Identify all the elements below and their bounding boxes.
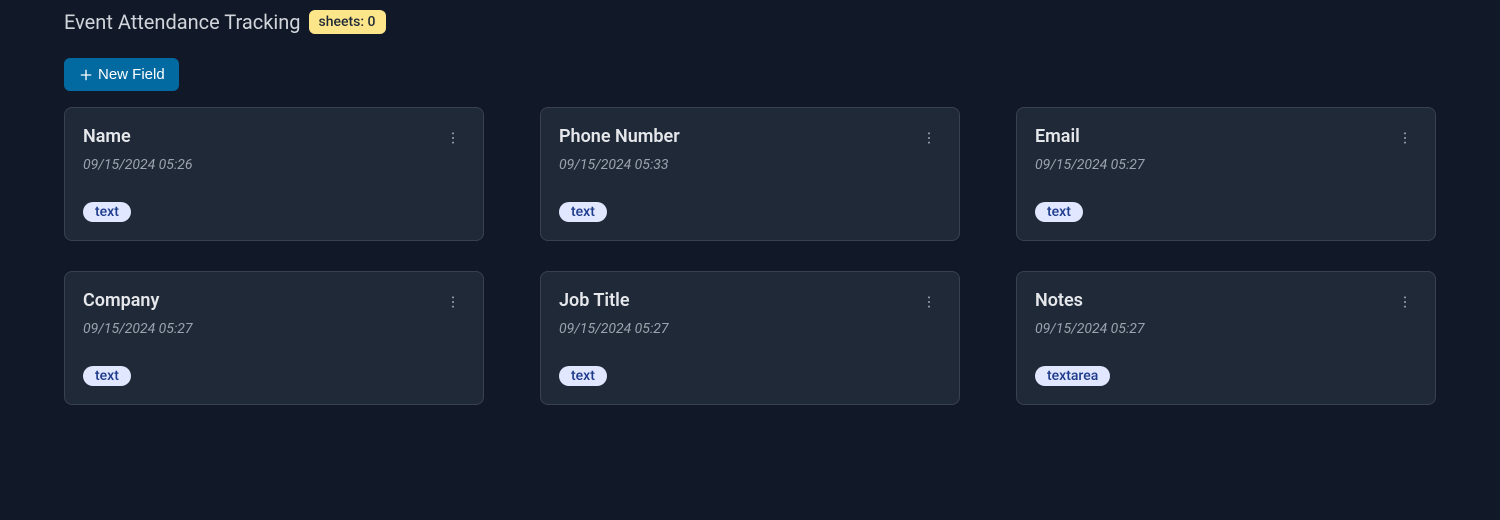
- field-title: Job Title: [559, 290, 669, 311]
- field-type-badge: text: [1035, 202, 1083, 222]
- card-menu-button[interactable]: [917, 126, 941, 150]
- page-header: Event Attendance Tracking sheets: 0: [64, 10, 1436, 34]
- new-field-button[interactable]: New Field: [64, 58, 179, 91]
- field-timestamp: 09/15/2024 05:33: [559, 157, 680, 173]
- dots-vertical-icon: [921, 294, 937, 310]
- card-menu-button[interactable]: [1393, 126, 1417, 150]
- field-title: Company: [83, 290, 193, 311]
- fields-grid: Name 09/15/2024 05:26 text Phone Number …: [64, 107, 1436, 405]
- dots-vertical-icon: [445, 294, 461, 310]
- field-type-badge: text: [559, 202, 607, 222]
- field-title: Phone Number: [559, 126, 680, 147]
- card-header: Name 09/15/2024 05:26: [83, 126, 465, 201]
- field-type-badge: text: [83, 202, 131, 222]
- field-card[interactable]: Notes 09/15/2024 05:27 textarea: [1016, 271, 1436, 405]
- field-timestamp: 09/15/2024 05:27: [559, 321, 669, 337]
- new-field-label: New Field: [98, 66, 165, 83]
- card-header: Job Title 09/15/2024 05:27: [559, 290, 941, 365]
- field-timestamp: 09/15/2024 05:27: [1035, 321, 1145, 337]
- page-title: Event Attendance Tracking: [64, 10, 301, 34]
- field-card[interactable]: Name 09/15/2024 05:26 text: [64, 107, 484, 241]
- field-timestamp: 09/15/2024 05:27: [1035, 157, 1145, 173]
- sheets-count-badge: sheets: 0: [309, 10, 386, 34]
- card-header: Email 09/15/2024 05:27: [1035, 126, 1417, 201]
- card-header: Phone Number 09/15/2024 05:33: [559, 126, 941, 201]
- field-title: Notes: [1035, 290, 1145, 311]
- dots-vertical-icon: [921, 130, 937, 146]
- card-menu-button[interactable]: [1393, 290, 1417, 314]
- field-timestamp: 09/15/2024 05:27: [83, 321, 193, 337]
- dots-vertical-icon: [445, 130, 461, 146]
- dots-vertical-icon: [1397, 130, 1413, 146]
- card-menu-button[interactable]: [441, 126, 465, 150]
- field-card[interactable]: Email 09/15/2024 05:27 text: [1016, 107, 1436, 241]
- field-card[interactable]: Company 09/15/2024 05:27 text: [64, 271, 484, 405]
- field-type-badge: text: [559, 366, 607, 386]
- plus-icon: [78, 67, 94, 83]
- field-title: Name: [83, 126, 193, 147]
- field-timestamp: 09/15/2024 05:26: [83, 157, 193, 173]
- card-menu-button[interactable]: [441, 290, 465, 314]
- card-menu-button[interactable]: [917, 290, 941, 314]
- field-card[interactable]: Job Title 09/15/2024 05:27 text: [540, 271, 960, 405]
- field-card[interactable]: Phone Number 09/15/2024 05:33 text: [540, 107, 960, 241]
- card-header: Company 09/15/2024 05:27: [83, 290, 465, 365]
- field-type-badge: text: [83, 366, 131, 386]
- card-header: Notes 09/15/2024 05:27: [1035, 290, 1417, 365]
- field-title: Email: [1035, 126, 1145, 147]
- field-type-badge: textarea: [1035, 366, 1110, 386]
- dots-vertical-icon: [1397, 294, 1413, 310]
